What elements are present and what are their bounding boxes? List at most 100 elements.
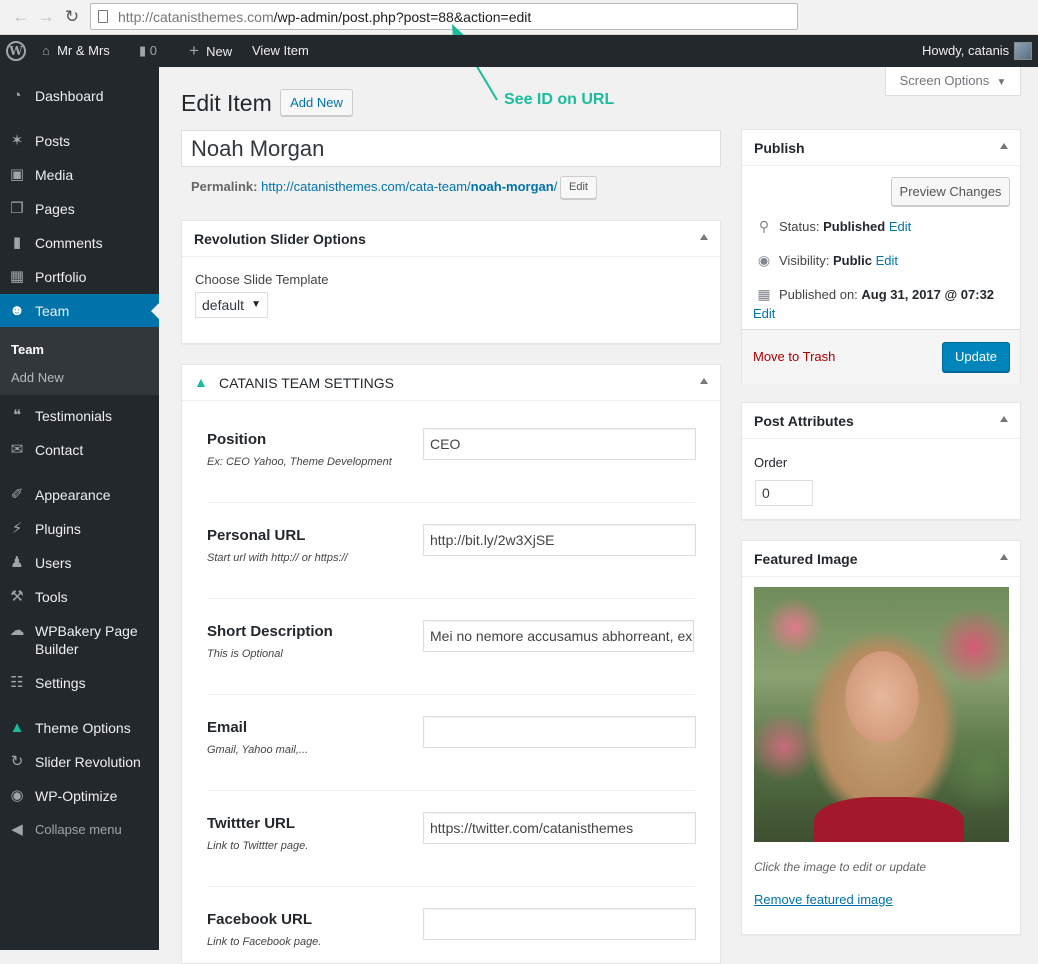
annotation-text: See ID on URL — [504, 91, 615, 108]
sidebar-item-comments[interactable]: ▮ Comments — [0, 226, 159, 260]
featured-image-header[interactable]: Featured Image — [742, 541, 1020, 577]
forward-icon[interactable]: → — [35, 6, 57, 28]
sidebar-item-appearance[interactable]: ✐ Appearance — [0, 478, 159, 512]
sidebar-item-pages[interactable]: ❒ Pages — [0, 192, 159, 226]
comment-icon: ▮ — [139, 43, 147, 58]
position-input[interactable]: CEO — [423, 428, 696, 460]
post-attributes-header[interactable]: Post Attributes — [742, 403, 1020, 439]
edit-slug-button[interactable]: Edit — [560, 176, 597, 199]
address-bar[interactable]: http://catanisthemes.com/wp-admin/post.p… — [90, 3, 798, 30]
sidebar-item-plugins[interactable]: ⚡ Plugins — [0, 512, 159, 546]
move-to-trash-link[interactable]: Move to Trash — [753, 349, 835, 364]
sidebar-item-tools[interactable]: ⚒ Tools — [0, 580, 159, 614]
edit-status-link[interactable]: Edit — [889, 219, 911, 234]
wordpress-logo-icon[interactable]: W — [6, 41, 26, 61]
site-name-link[interactable]: ⌂ Mr & Mrs — [42, 35, 110, 67]
sidebar-item-contact[interactable]: ✉ Contact — [0, 433, 159, 467]
url-path: /wp-admin/post.php?post=88&action=edit — [273, 9, 532, 25]
visibility-value: Public — [832, 253, 872, 268]
collapse-icon: ◀ — [11, 821, 23, 838]
screen-options-button[interactable]: Screen Options ▼ — [885, 67, 1021, 96]
sidebar-item-slider-revolution[interactable]: ↻ Slider Revolution — [0, 745, 159, 779]
revslider-title: Revolution Slider Options — [194, 231, 366, 247]
update-button[interactable]: Update — [942, 342, 1010, 372]
sidebar-item-settings[interactable]: ☷ Settings — [0, 666, 159, 700]
email-input[interactable] — [423, 716, 696, 748]
comments-count: 0 — [149, 43, 158, 58]
sidebar-item-testimonials[interactable]: ❝ Testimonials — [0, 399, 159, 433]
post-title-input[interactable]: Noah Morgan — [181, 130, 721, 167]
permalink-link[interactable]: http://catanisthemes.com/cata-team/noah-… — [261, 179, 557, 194]
screen-options-label: Screen Options — [899, 73, 990, 88]
published-on-label: Published on: — [779, 287, 858, 302]
collapse-arrow-icon[interactable] — [700, 378, 708, 384]
email-label: Email — [207, 719, 248, 736]
collapse-arrow-icon[interactable] — [1000, 416, 1008, 422]
revslider-header[interactable]: Revolution Slider Options — [182, 221, 720, 257]
new-content-link[interactable]: + New — [189, 35, 232, 67]
twitter-url-input[interactable]: https://twitter.com/catanisthemes — [423, 812, 696, 844]
sidebar-item-posts[interactable]: ✶ Posts — [0, 124, 159, 158]
cat-icon: ▲ — [9, 719, 25, 736]
collapse-menu-button[interactable]: ◀ Collapse menu — [0, 813, 159, 847]
permalink: Permalink: http://catanisthemes.com/cata… — [191, 179, 557, 194]
status-row: ⚲ Status: Published Edit — [754, 218, 911, 235]
slide-template-value: default — [202, 297, 245, 313]
submenu-item-team[interactable]: Team — [11, 342, 44, 357]
sidebar-item-dashboard[interactable]: ◔ Dashboard — [0, 79, 159, 113]
page-title: Edit Item — [181, 90, 272, 116]
back-icon[interactable]: ← — [10, 6, 32, 28]
team-settings-header[interactable]: ▲ CATANIS TEAM SETTINGS — [182, 365, 720, 401]
comments-link[interactable]: ▮ 0 — [139, 35, 157, 67]
wrench-icon: ⚒ — [10, 588, 24, 605]
publish-title: Publish — [754, 140, 805, 156]
order-input[interactable]: 0 — [755, 480, 813, 506]
mail-icon: ✉ — [10, 441, 24, 458]
facebook-url-label: Facebook URL — [207, 911, 313, 928]
collapse-arrow-icon[interactable] — [1000, 554, 1008, 560]
sidebar-item-users[interactable]: ♟ Users — [0, 546, 159, 580]
personal-url-input[interactable]: http://bit.ly/2w3XjSE — [423, 524, 696, 556]
featured-image-title: Featured Image — [754, 551, 858, 567]
sidebar-item-wpbakery[interactable]: ☁ WPBakery Page Builder — [0, 614, 159, 664]
sidebar-item-theme-options[interactable]: ▲ Theme Options — [0, 711, 159, 745]
site-name: Mr & Mrs — [57, 43, 110, 58]
sidebar-item-wp-optimize[interactable]: ◉ WP-Optimize — [0, 779, 159, 813]
edit-visibility-link[interactable]: Edit — [876, 253, 898, 268]
publish-header[interactable]: Publish — [742, 130, 1020, 166]
calendar-icon: ▦ — [757, 286, 771, 302]
collapse-arrow-icon[interactable] — [700, 234, 708, 240]
slide-template-select[interactable]: default ▼ — [195, 292, 268, 318]
admin-bar: W ⌂ Mr & Mrs ▮ 0 + New View Item Howdy, … — [0, 35, 1038, 67]
facebook-url-input[interactable] — [423, 908, 696, 940]
field-divider — [207, 598, 695, 599]
reload-icon[interactable]: ↻ — [61, 6, 83, 28]
team-submenu: Team Add New — [0, 327, 159, 395]
slide-template-label: Choose Slide Template — [195, 272, 329, 287]
view-item-link[interactable]: View Item — [252, 35, 309, 67]
avatar[interactable] — [1014, 42, 1032, 60]
sidebar-item-portfolio[interactable]: ▦ Portfolio — [0, 260, 159, 294]
add-new-button[interactable]: Add New — [280, 89, 353, 116]
facebook-url-desc: Link to Facebook page. — [207, 936, 322, 948]
short-description-input[interactable]: Mei no nemore accusamus abhorreant, ex — [423, 620, 694, 652]
plus-icon: + — [189, 41, 199, 60]
pin-icon: ✶ — [10, 132, 24, 149]
personal-url-label: Personal URL — [207, 527, 306, 544]
permalink-end: / — [553, 179, 558, 194]
photo-detail — [814, 797, 964, 842]
submenu-item-add-new[interactable]: Add New — [11, 370, 64, 385]
preview-changes-button[interactable]: Preview Changes — [891, 177, 1010, 206]
chevron-down-icon: ▼ — [996, 77, 1007, 88]
chevron-down-icon: ▼ — [251, 299, 261, 310]
howdy-user[interactable]: Howdy, catanis — [922, 35, 1009, 67]
edit-date-link[interactable]: Edit — [753, 306, 775, 321]
remove-featured-image-link[interactable]: Remove featured image — [754, 892, 893, 907]
sidebar-item-media[interactable]: ▣ Media — [0, 158, 159, 192]
featured-image-thumbnail[interactable] — [754, 587, 1009, 842]
sidebar-item-team[interactable]: ☻ Team — [0, 294, 159, 328]
collapse-arrow-icon[interactable] — [1000, 143, 1008, 149]
refresh-icon: ↻ — [10, 753, 24, 770]
url-host: http://catanisthemes.com — [118, 9, 274, 25]
optimize-icon: ◉ — [10, 787, 24, 804]
